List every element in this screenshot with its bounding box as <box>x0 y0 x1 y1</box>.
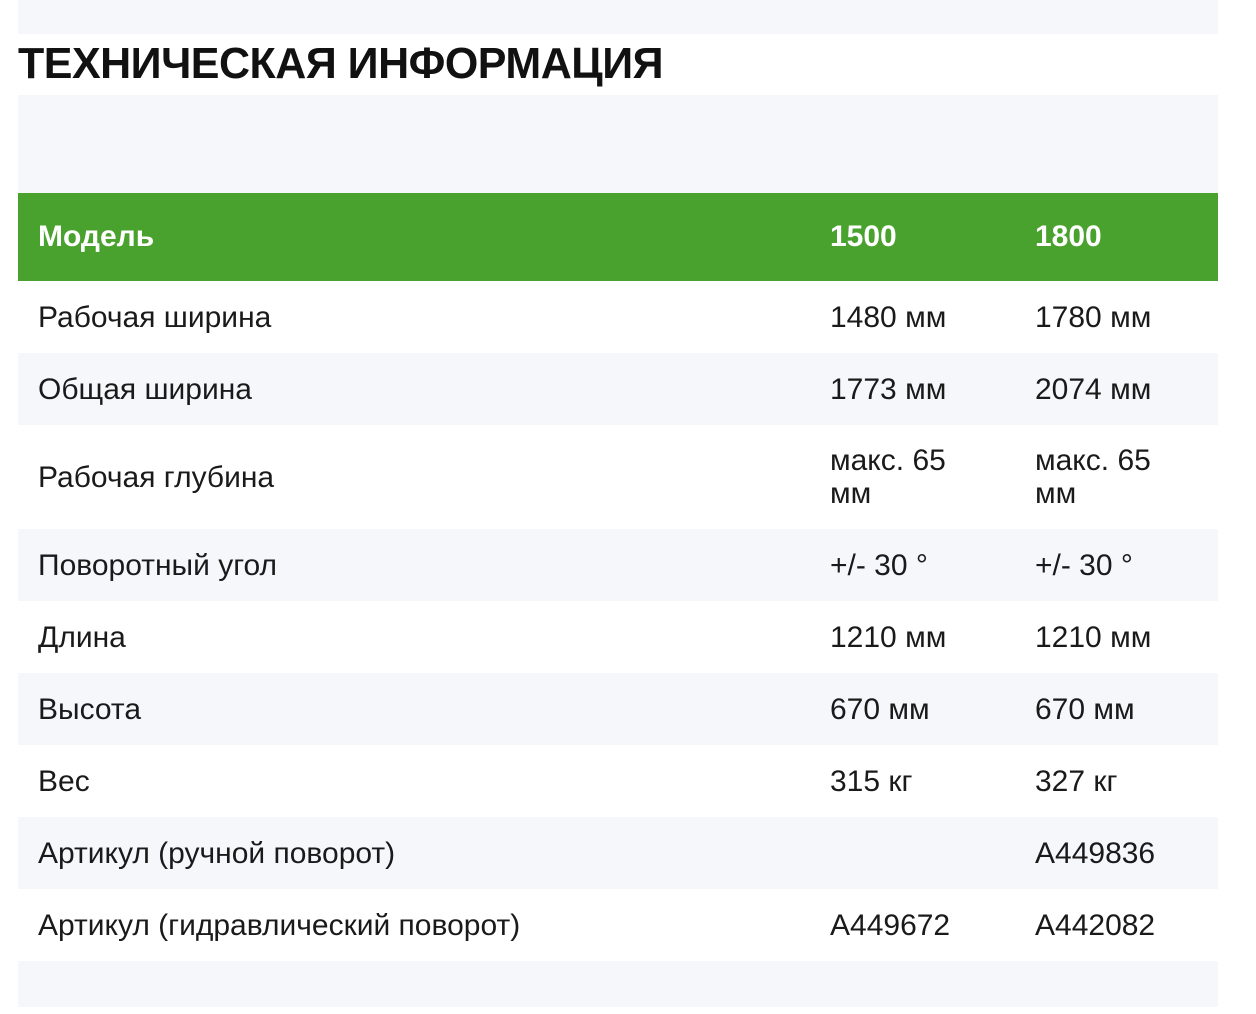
row-value-1800: 2074 мм <box>1035 372 1152 406</box>
table-row: Поворотный угол +/- 30 ° +/- 30 ° <box>18 529 1218 601</box>
row-value-1500: +/- 30 ° <box>830 548 928 582</box>
row-value-1800: A442082 <box>1035 908 1156 942</box>
table-row: Длина 1210 мм 1210 мм <box>18 601 1218 673</box>
row-value-1800: A449836 <box>1035 836 1156 870</box>
table-row: Рабочая глубина макс. 65 мм макс. 65 мм <box>18 425 1218 529</box>
row-value-1800: +/- 30 ° <box>1035 548 1133 582</box>
row-label: Вес <box>38 764 90 798</box>
row-label: Общая ширина <box>38 372 252 406</box>
row-label: Длина <box>38 620 126 654</box>
table-row: Высота 670 мм 670 мм <box>18 673 1218 745</box>
spec-table: Модель 1500 1800 Рабочая ширина 1480 мм … <box>18 193 1218 961</box>
table-row: Артикул (гидравлический поворот) A449672… <box>18 889 1218 961</box>
row-label: Артикул (ручной поворот) <box>38 836 396 870</box>
table-row: Артикул (ручной поворот) A449836 <box>18 817 1218 889</box>
header-1500: 1500 <box>830 220 897 253</box>
row-value-1500: макс. 65 мм <box>830 444 946 510</box>
row-value-1500: 1210 мм <box>830 620 947 654</box>
row-label: Артикул (гидравлический поворот) <box>38 908 521 942</box>
section-title: ТЕХНИЧЕСКАЯ ИНФОРМАЦИЯ <box>18 39 664 89</box>
row-value-1800: 1210 мм <box>1035 620 1152 654</box>
row-value-1500: 1480 мм <box>830 300 947 334</box>
row-label: Рабочая ширина <box>38 300 272 334</box>
row-label: Поворотный угол <box>38 548 278 582</box>
row-label: Рабочая глубина <box>38 460 275 494</box>
row-value-1500: 1773 мм <box>830 372 947 406</box>
table-header-row: Модель 1500 1800 <box>18 193 1218 281</box>
table-row: Вес 315 кг 327 кг <box>18 745 1218 817</box>
table-row: Рабочая ширина 1480 мм 1780 мм <box>18 281 1218 353</box>
row-value-1800: макс. 65 мм <box>1035 444 1151 510</box>
row-value-1500: A449672 <box>830 908 951 942</box>
row-value-1800: 1780 мм <box>1035 300 1152 334</box>
table-row: Общая ширина 1773 мм 2074 мм <box>18 353 1218 425</box>
header-1800: 1800 <box>1035 220 1102 253</box>
row-value-1500: 315 кг <box>830 764 913 798</box>
row-label: Высота <box>38 692 142 726</box>
row-value-1800: 327 кг <box>1035 764 1118 798</box>
row-value-1500: 670 мм <box>830 692 930 726</box>
row-value-1500 <box>810 817 1015 889</box>
row-value-1800: 670 мм <box>1035 692 1135 726</box>
spec-table-container: Модель 1500 1800 Рабочая ширина 1480 мм … <box>18 95 1218 1007</box>
header-model: Модель <box>38 220 155 253</box>
top-strip <box>18 0 1218 34</box>
